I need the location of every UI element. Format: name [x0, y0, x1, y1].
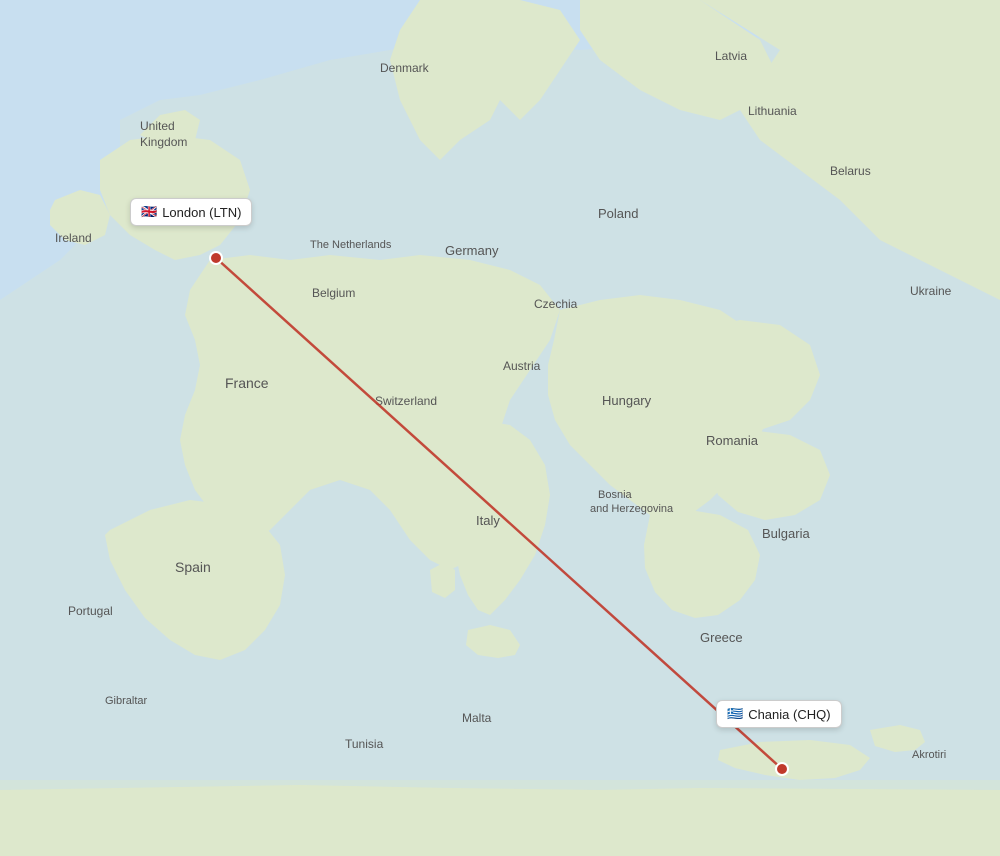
svg-text:Ukraine: Ukraine — [910, 284, 952, 298]
svg-text:France: France — [225, 375, 269, 391]
svg-text:Bosnia: Bosnia — [598, 489, 633, 501]
svg-text:The Netherlands: The Netherlands — [310, 239, 392, 251]
svg-text:Greece: Greece — [700, 630, 743, 645]
svg-text:Bulgaria: Bulgaria — [762, 526, 810, 541]
svg-text:Kingdom: Kingdom — [140, 135, 187, 149]
svg-text:Latvia: Latvia — [715, 49, 747, 63]
origin-flag: 🇬🇧 — [141, 204, 157, 220]
svg-text:Spain: Spain — [175, 559, 211, 575]
destination-flag: 🇬🇷 — [727, 706, 743, 722]
svg-text:Portugal: Portugal — [68, 604, 113, 618]
svg-text:Malta: Malta — [462, 711, 492, 725]
svg-text:Gibraltar: Gibraltar — [105, 695, 148, 707]
svg-text:and Herzegovina: and Herzegovina — [590, 503, 674, 515]
destination-airport-label: 🇬🇷 Chania (CHQ) — [716, 700, 842, 728]
svg-text:United: United — [140, 119, 175, 133]
svg-text:Lithuania: Lithuania — [748, 104, 797, 118]
svg-text:Germany: Germany — [445, 243, 499, 258]
svg-text:Switzerland: Switzerland — [375, 394, 437, 408]
origin-airport-label: 🇬🇧 London (LTN) — [130, 198, 252, 226]
svg-text:Czechia: Czechia — [534, 297, 578, 311]
svg-text:Belgium: Belgium — [312, 286, 355, 300]
svg-text:Hungary: Hungary — [602, 393, 652, 408]
svg-text:Romania: Romania — [706, 433, 759, 448]
svg-text:Italy: Italy — [476, 513, 500, 528]
map-container: Ireland United Kingdom Denmark Latvia Li… — [0, 0, 1000, 856]
destination-airport-text: Chania (CHQ) — [748, 707, 830, 722]
svg-text:Austria: Austria — [503, 359, 541, 373]
svg-text:Poland: Poland — [598, 206, 638, 221]
svg-text:Belarus: Belarus — [830, 164, 871, 178]
svg-text:Akrotiri: Akrotiri — [912, 749, 946, 761]
svg-text:Ireland: Ireland — [55, 231, 92, 245]
svg-text:Denmark: Denmark — [380, 61, 430, 75]
svg-text:Tunisia: Tunisia — [345, 737, 384, 751]
origin-airport-text: London (LTN) — [162, 205, 241, 220]
